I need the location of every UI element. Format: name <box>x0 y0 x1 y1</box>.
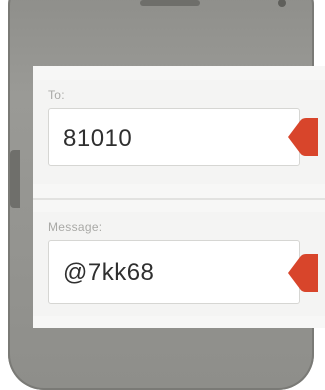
phone-side-button <box>10 150 20 208</box>
to-field-value: 81010 <box>63 125 133 152</box>
to-label: To: <box>48 88 65 102</box>
to-row: To: 81010 <box>33 80 325 184</box>
message-field[interactable]: @7kk68 <box>48 240 300 304</box>
pointer-arrow-icon <box>288 118 318 156</box>
to-field[interactable]: 81010 <box>48 108 300 166</box>
phone-speaker <box>140 0 200 6</box>
message-field-value: @7kk68 <box>63 259 155 286</box>
phone-camera <box>278 0 286 7</box>
message-label: Message: <box>48 220 103 234</box>
message-row: Message: @7kk68 <box>33 212 325 316</box>
pointer-arrow-icon <box>288 254 318 292</box>
sms-compose-screen: To: 81010 Message: @7kk68 <box>33 66 325 328</box>
section-divider <box>33 198 325 200</box>
